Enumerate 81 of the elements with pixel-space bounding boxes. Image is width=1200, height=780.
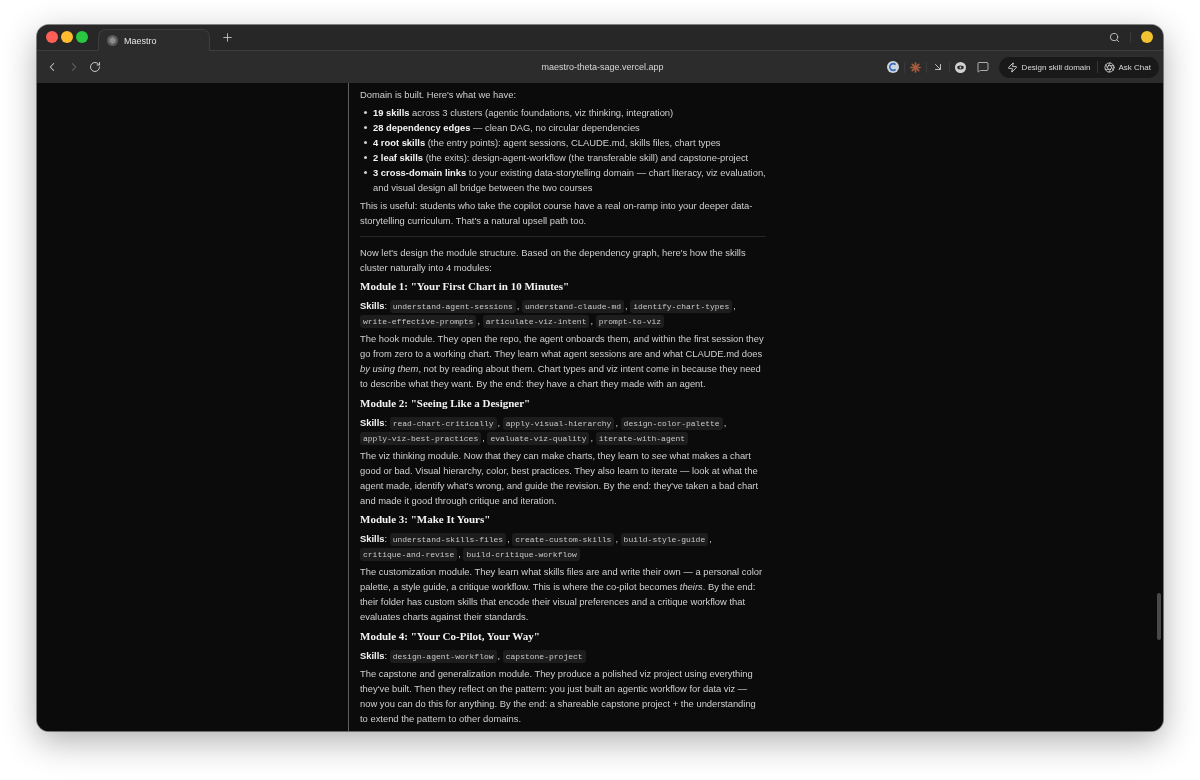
skill-code: evaluate-viz-quality	[487, 431, 590, 445]
skill-code: apply-viz-best-practices	[360, 431, 482, 445]
search-icon	[1109, 31, 1120, 43]
bullet-icon	[364, 170, 367, 174]
module-heading: Module 1: "Your First Chart in 10 Minutes"	[360, 279, 571, 294]
skill-code: capstone-project	[502, 649, 586, 663]
chat-bubble-icon[interactable]	[976, 61, 989, 73]
scrollbar-thumb[interactable]	[1157, 593, 1161, 640]
module-description: The customization module. They learn what skills files are and write their own — a personal color palette, a style guide, a critique workflow. This is where the co-pilot becomes theirs. By the end: their folder has custom skills that encode their visual preferences and a critique workflow that evaluates charts against their standards.	[360, 565, 764, 624]
skills-label: Skills:	[360, 416, 388, 428]
reload-button[interactable]	[89, 61, 101, 73]
separator: ,	[590, 431, 594, 443]
skill-code: write-effective-prompts	[360, 315, 477, 328]
eye-icon[interactable]	[954, 61, 966, 73]
list-item-text: 28 dependency edges — clean DAG, no circular dependencies	[373, 120, 640, 135]
asterisk-icon[interactable]	[909, 61, 921, 73]
plus-icon	[221, 30, 234, 44]
intro-text: Domain is built. Here's what we have:	[360, 87, 518, 102]
separator: ,	[458, 548, 461, 559]
skills-label: Skills:	[360, 533, 388, 544]
separator: ,	[723, 416, 727, 428]
list-item-text: 19 skills across 3 clusters (agentic foundations, viz thinking, integration)	[373, 105, 674, 120]
module-heading: Module 2: "Seeing Like a Designer"	[360, 395, 532, 411]
skill-code: articulate-viz-intent	[482, 315, 590, 328]
module-heading: Module 3: "Make It Yours"	[360, 512, 492, 527]
skill-code: build-style-guide	[620, 533, 709, 546]
separator: ,	[516, 300, 520, 311]
toolbar-action-button[interactable]: Design skill domain	[1006, 61, 1091, 73]
separator: ,	[733, 300, 736, 311]
separator: ,	[590, 315, 594, 326]
module-description: The viz thinking module. Now that they can make charts, they learn to see what makes a chart good or bad. Visual hierarchy, color, best practices. They also learn to iterate — look at what the agent made, identify what's wrong, and guide the revision. By the end: they've taken a bad chart and made it good through critique and iteration.	[360, 448, 760, 508]
minimize-window-button[interactable]	[61, 31, 73, 43]
hexagon-icon	[107, 35, 118, 46]
module-description: The capstone and generalization module. They produce a polished viz project using everything they've built. Then they reflect on the pattern: you just built an agentic workflow for data viz — now you can do this for anything. By the end: a shareable capstone project + the understanding to extend the pattern to other domains.	[360, 666, 757, 726]
close-window-button[interactable]	[46, 31, 58, 43]
separator: ,	[507, 533, 510, 544]
bullet-icon	[364, 110, 367, 114]
new-tab-button[interactable]	[221, 30, 234, 44]
maximize-window-button[interactable]	[76, 31, 88, 43]
skill-code: read-chart-critically	[389, 416, 497, 430]
separator: ,	[482, 431, 485, 443]
reload-icon	[89, 61, 101, 73]
skill-code: build-critique-workflow	[463, 548, 580, 561]
skill-code: design-color-palette	[620, 416, 723, 430]
skill-code: iterate-with-agent	[595, 431, 689, 445]
circle-logo-icon[interactable]	[886, 61, 899, 73]
list-item-text: 4 root skills (the entry points): agent sessions, CLAUDE.md, skills files, chart types	[373, 135, 721, 150]
skill-code: design-agent-workflow	[389, 649, 497, 663]
skill-code: apply-visual-hierarchy	[502, 416, 615, 430]
skill-code: understand-claude-md	[521, 300, 624, 313]
bullet-icon	[364, 140, 367, 144]
separator: ,	[625, 300, 628, 311]
separator: ,	[497, 649, 501, 661]
list-item-text: 3 cross-domain links to your existing data-storytelling domain — chart literacy, viz evaluation, and visual design all bridge between the two courses	[373, 165, 766, 195]
search-button[interactable]	[1109, 31, 1120, 43]
lightning-icon	[1006, 61, 1018, 73]
skill-code: critique-and-revise	[360, 548, 458, 561]
skill-code: prompt-to-viz	[595, 315, 665, 328]
summary-text: This is useful: students who take the copilot course have a real on-ramp into your deeper data-storytelling curriculum. That's a natural upsell path too.	[360, 198, 754, 228]
lead-text: Now let's design the module structure. Based on the dependency graph, here's how the skills cluster naturally into 4 modules:	[360, 245, 747, 275]
address-bar[interactable]: maestro-theta-sage.vercel.app	[541, 62, 664, 72]
skills-label: Skills:	[360, 649, 388, 661]
avatar-icon[interactable]	[1141, 31, 1153, 43]
skill-code: create-custom-skills	[512, 533, 615, 546]
skill-code: understand-skills-files	[389, 533, 507, 546]
separator: ,	[615, 533, 618, 544]
module-heading: Module 4: "Your Co-Pilot, Your Way"	[360, 628, 541, 644]
bullet-icon	[364, 125, 367, 129]
separator: ,	[709, 533, 712, 544]
bullet-icon	[364, 155, 367, 159]
separator: ,	[477, 315, 481, 326]
skill-code: understand-agent-sessions	[389, 300, 516, 313]
module-description: The hook module. They open the repo, the agent onboards them, and within the first session they go from zero to a working chart. They learn what agent sessions are and what CLAUDE.md does by using them, not by reading about them. Chart types and viz intent come in because they need to describe what they want. By the end: they have a chart they made with an agent.	[360, 332, 765, 391]
separator: ,	[615, 416, 618, 428]
separator: ,	[497, 416, 501, 428]
skills-label: Skills:	[360, 300, 388, 311]
list-item-text: 2 leaf skills (the exits): design-agent-workflow (the transferable skill) and capstone-project	[373, 150, 749, 165]
skill-code: identify-chart-types	[630, 300, 733, 313]
browser-tab[interactable]: Maestro	[98, 29, 210, 51]
aperture-icon	[1103, 61, 1115, 73]
toolbar-action-button[interactable]: Ask Chat	[1103, 61, 1151, 73]
